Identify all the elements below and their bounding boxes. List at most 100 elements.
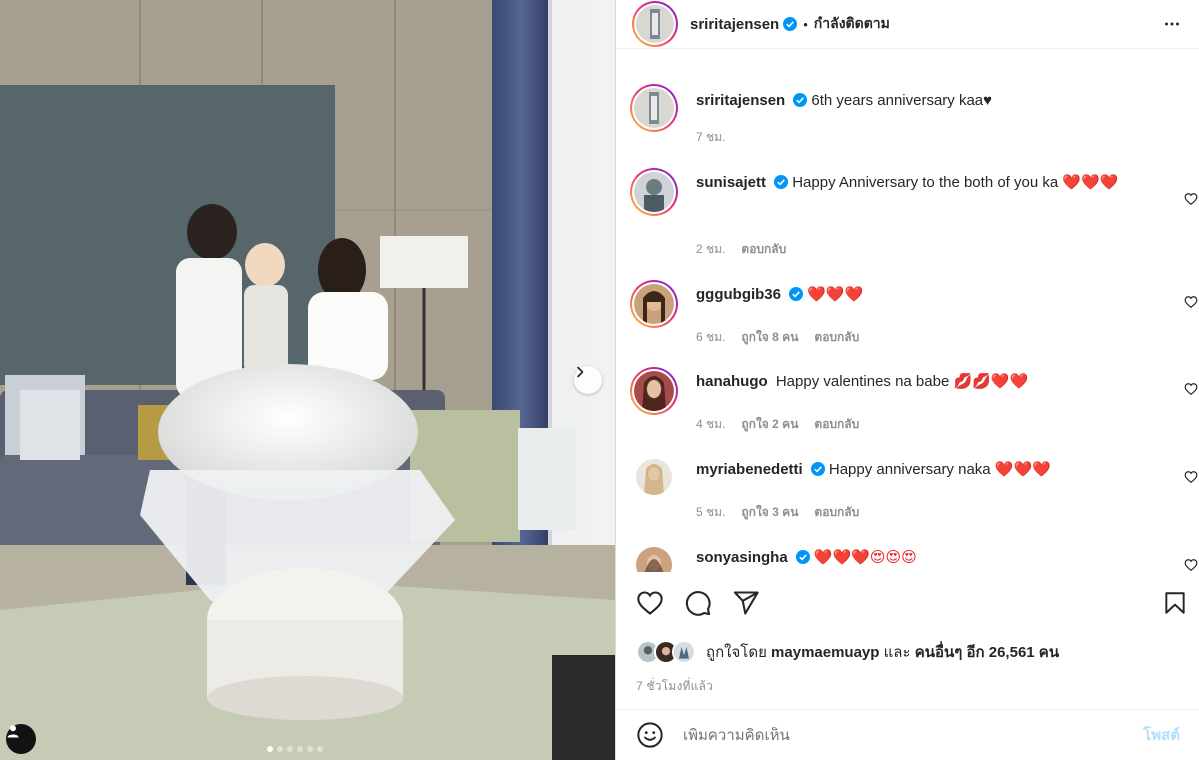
verified-badge-icon bbox=[793, 93, 808, 107]
comment-text: sunisajett Happy Anniversary to the both… bbox=[696, 172, 1166, 194]
verified-badge-icon bbox=[789, 287, 803, 301]
comment-meta: 5 ชม. ถูกใจ 3 คน ตอบกลับ bbox=[696, 503, 859, 522]
verified-badge-icon bbox=[783, 17, 798, 31]
reply-button[interactable]: ตอบกลับ bbox=[741, 240, 786, 259]
caption-text: sriritajensen 6th years anniversary kaa♥ bbox=[696, 90, 1166, 112]
heart-outline-icon[interactable] bbox=[1184, 470, 1198, 484]
comment-time: 6 ชม. bbox=[696, 330, 726, 344]
comment-username[interactable]: sunisajett bbox=[696, 174, 766, 191]
heart-outline-icon[interactable] bbox=[1184, 192, 1198, 206]
post-actions bbox=[616, 589, 1199, 621]
carousel-dot bbox=[307, 746, 313, 752]
commenter-avatar bbox=[634, 371, 674, 411]
post-image bbox=[0, 0, 615, 760]
heart-outline-icon[interactable] bbox=[1184, 295, 1198, 309]
caption-meta: 7 ชม. bbox=[696, 128, 725, 147]
following-button[interactable]: กำลังติดตาม bbox=[814, 13, 890, 35]
caption-time: 7 ชม. bbox=[696, 130, 726, 144]
comment-content: Happy valentines na babe bbox=[775, 373, 950, 390]
comment-meta: 2 ชม. ตอบกลับ bbox=[696, 240, 786, 259]
reply-button[interactable]: ตอบกลับ bbox=[814, 328, 859, 347]
comment-meta: 6 ชม. ถูกใจ 8 คน ตอบกลับ bbox=[696, 328, 859, 347]
liked-by-first-user[interactable]: maymaemuayp bbox=[771, 644, 879, 661]
author-avatar bbox=[634, 88, 674, 128]
author-username[interactable]: sriritajensen bbox=[690, 16, 779, 33]
chevron-right-icon bbox=[577, 366, 584, 378]
carousel-dot bbox=[267, 746, 273, 752]
comment-username[interactable]: sonyasingha bbox=[696, 549, 788, 566]
liker-avatar bbox=[672, 640, 696, 664]
more-options-button[interactable] bbox=[1161, 13, 1183, 35]
comment-avatar-ring[interactable] bbox=[630, 168, 678, 216]
author-avatar bbox=[636, 5, 674, 43]
comment-likes[interactable]: ถูกใจ 8 คน bbox=[741, 328, 798, 347]
post-photo[interactable] bbox=[0, 0, 615, 760]
bookmark-icon[interactable] bbox=[1162, 589, 1188, 617]
paper-plane-icon[interactable] bbox=[732, 589, 760, 617]
post-header: sriritajensen • กำลังติดตาม bbox=[616, 0, 1199, 49]
carousel-dot bbox=[297, 746, 303, 752]
comment-username[interactable]: hanahugo bbox=[696, 373, 768, 390]
next-slide-button[interactable] bbox=[574, 366, 602, 394]
comment-content: Happy Anniversary to the both of you ka bbox=[792, 174, 1059, 191]
tagged-users-button[interactable] bbox=[6, 724, 36, 754]
liked-by-prefix: ถูกใจโดย bbox=[706, 644, 767, 661]
comment-text: myriabenedetti Happy anniversary naka ❤️… bbox=[696, 459, 1166, 481]
verified-badge-icon bbox=[795, 550, 810, 564]
comment-avatar[interactable] bbox=[636, 459, 672, 495]
commenter-avatar bbox=[636, 459, 672, 495]
comment-text: gggubgib36 ❤️❤️❤️ bbox=[696, 284, 1166, 306]
carousel-dot bbox=[277, 746, 283, 752]
smiley-icon[interactable] bbox=[636, 721, 664, 749]
comment-emoji: ❤️❤️❤️ bbox=[1062, 174, 1119, 191]
comment-meta: 4 ชม. ถูกใจ 2 คน ตอบกลับ bbox=[696, 415, 859, 434]
liked-by-conjunction: และ bbox=[883, 644, 911, 661]
comment-text: sonyasingha ❤️❤️❤️😍😍😍 bbox=[696, 547, 1166, 569]
comment-emoji: 💋💋❤️❤️ bbox=[953, 373, 1029, 390]
comment-username[interactable]: gggubgib36 bbox=[696, 286, 781, 303]
comment-avatar-ring[interactable] bbox=[630, 367, 678, 415]
carousel-indicator bbox=[267, 746, 323, 752]
comment-avatar[interactable] bbox=[636, 547, 672, 572]
post-side-panel: sriritajensen • กำลังติดตาม sriritajense… bbox=[615, 0, 1199, 760]
liked-by-others[interactable]: คนอื่นๆ อีก 26,561 คน bbox=[915, 640, 1059, 664]
comment-time: 2 ชม. bbox=[696, 242, 726, 256]
reply-button[interactable]: ตอบกลับ bbox=[814, 415, 859, 434]
comment-content: Happy anniversary naka bbox=[828, 461, 991, 478]
carousel-dot bbox=[317, 746, 323, 752]
comment-emoji: ❤️❤️❤️ bbox=[994, 461, 1051, 478]
heart-outline-icon[interactable] bbox=[1184, 382, 1198, 396]
comment-emoji: ❤️❤️❤️😍😍😍 bbox=[813, 549, 917, 566]
comment-avatar-ring[interactable] bbox=[630, 280, 678, 328]
liked-by: ถูกใจโดย maymaemuayp และ คนอื่นๆ อีก 26,… bbox=[636, 640, 1059, 664]
comment-text: hanahugo Happy valentines na babe 💋💋❤️❤️ bbox=[696, 371, 1166, 393]
comment-time: 4 ชม. bbox=[696, 417, 726, 431]
author-avatar-ring[interactable] bbox=[632, 1, 678, 47]
carousel-dot bbox=[287, 746, 293, 752]
liker-avatars[interactable] bbox=[636, 640, 698, 664]
caption-content: 6th years anniversary kaa♥ bbox=[811, 92, 993, 109]
comment-emoji: ❤️❤️❤️ bbox=[807, 286, 864, 303]
separator-dot: • bbox=[803, 16, 808, 32]
post-time[interactable]: 7 ชั่วโมงที่แล้ว bbox=[636, 677, 713, 696]
comment-likes[interactable]: ถูกใจ 2 คน bbox=[741, 415, 798, 434]
heart-outline-icon[interactable] bbox=[1184, 558, 1198, 572]
commenter-avatar bbox=[634, 172, 674, 212]
commenter-avatar bbox=[636, 547, 672, 572]
heart-outline-icon[interactable] bbox=[636, 589, 664, 617]
comment-bubble-icon[interactable] bbox=[684, 589, 712, 617]
commenter-avatar bbox=[634, 284, 674, 324]
comment-input[interactable] bbox=[683, 726, 1144, 744]
verified-badge-icon bbox=[774, 175, 789, 189]
comment-username[interactable]: myriabenedetti bbox=[696, 461, 803, 478]
reply-button[interactable]: ตอบกลับ bbox=[814, 503, 859, 522]
comments-list[interactable]: sriritajensen 6th years anniversary kaa♥… bbox=[616, 62, 1199, 572]
verified-badge-icon bbox=[810, 462, 825, 476]
comment-time: 5 ชม. bbox=[696, 505, 726, 519]
more-options-icon bbox=[1165, 22, 1179, 26]
user-tag-icon bbox=[7, 725, 19, 738]
comment-likes[interactable]: ถูกใจ 3 คน bbox=[741, 503, 798, 522]
post-comment-button[interactable]: โพสต์ bbox=[1143, 723, 1180, 747]
comment-username[interactable]: sriritajensen bbox=[696, 92, 785, 109]
caption-avatar-ring[interactable] bbox=[630, 84, 678, 132]
